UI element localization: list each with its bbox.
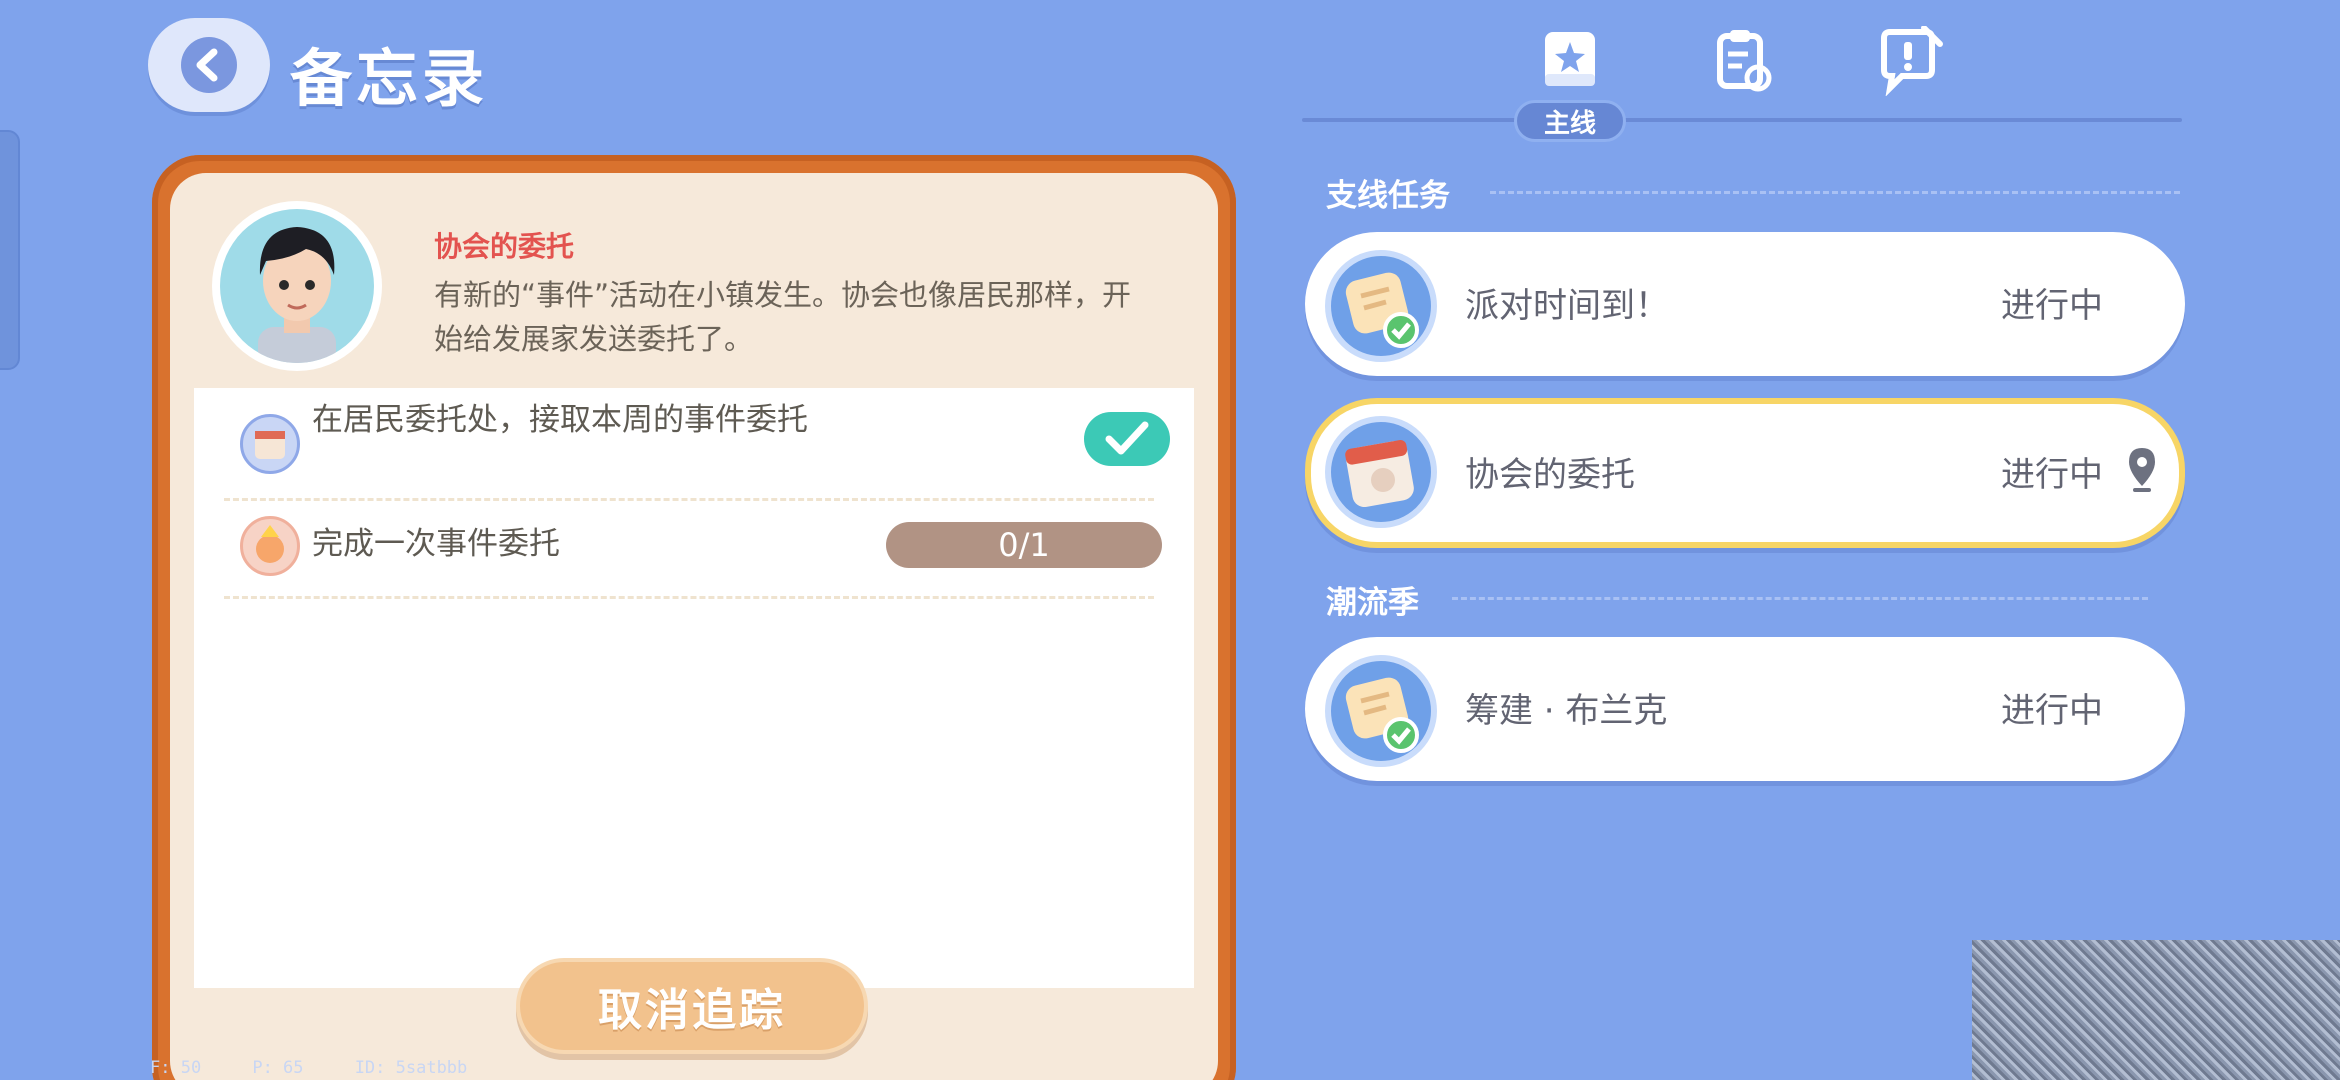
obscured-overlay [1972, 940, 2340, 1080]
side-edge-tab[interactable] [0, 130, 20, 370]
back-arrow-icon [181, 37, 237, 93]
quest-status: 进行中 [2001, 691, 2103, 731]
section-divider [1452, 597, 2148, 600]
quest-detail-body: 协会的委托 有新的“事件”活动在小镇发生。协会也像居民那样，开始给发展家发送委托… [170, 173, 1218, 1080]
quest-card-party[interactable]: 派对时间到！ 进行中 [1305, 232, 2185, 376]
clipboard-refresh-icon [1717, 30, 1772, 92]
quest-description: 有新的“事件”活动在小镇发生。协会也像居民那样，开始给发展家发送委托了。 [434, 278, 1132, 356]
tabs-underline [1302, 118, 2182, 122]
tab-help[interactable] [1874, 25, 1944, 97]
page-title: 备忘录 [290, 42, 489, 115]
note-check-icon [1325, 655, 1437, 767]
task-text: 完成一次事件委托 [312, 526, 560, 562]
quest-status: 进行中 [2001, 286, 2103, 326]
quest-card-association[interactable]: 协会的委托 进行中 [1305, 398, 2185, 548]
untrack-button[interactable]: 取消追踪 [516, 958, 868, 1054]
section-heading-trend: 潮流季 [1326, 585, 1419, 621]
book-star-icon [1545, 32, 1595, 86]
npc-avatar [212, 201, 382, 371]
section-heading-side: 支线任务 [1326, 178, 1450, 214]
calendar-icon [1325, 416, 1437, 528]
task-text: 在居民委托处，接取本周的事件委托 [312, 402, 808, 438]
mascot-icon [240, 516, 300, 576]
task-divider [224, 498, 1154, 501]
tracking-pin-icon [2129, 448, 2155, 492]
quest-name: 协会的委托 [1465, 455, 1635, 495]
tab-main-label: 主线 [1514, 100, 1626, 142]
tab-main-quest[interactable] [1535, 26, 1605, 96]
quest-card-blanc[interactable]: 筹建 · 布兰克 进行中 [1305, 637, 2185, 781]
section-divider [1490, 191, 2180, 194]
help-bubble-icon [1881, 25, 1943, 97]
quest-status: 进行中 [2001, 455, 2103, 495]
back-button[interactable] [148, 18, 270, 112]
quest-name: 筹建 · 布兰克 [1465, 691, 1668, 731]
task-divider [224, 596, 1154, 599]
quest-name: 派对时间到！ [1465, 286, 1669, 326]
progress-text: 0/1 [998, 526, 1050, 564]
quest-title: 协会的委托 [434, 230, 575, 263]
task-complete-check-icon [1084, 412, 1170, 466]
calendar-icon [240, 414, 300, 474]
task-progress-bar: 0/1 [886, 522, 1162, 568]
task-list: 在居民委托处，接取本周的事件委托 完成一次事件委托 0/1 [194, 388, 1194, 988]
note-check-icon [1325, 250, 1437, 362]
debug-info: F: 50 P: 65 ID: 5satbbb [150, 1058, 468, 1078]
tab-side-quests[interactable] [1708, 26, 1778, 96]
npc-portrait-icon [258, 227, 336, 363]
quest-detail-card: 协会的委托 有新的“事件”活动在小镇发生。协会也像居民那样，开始给发展家发送委托… [152, 155, 1236, 1080]
